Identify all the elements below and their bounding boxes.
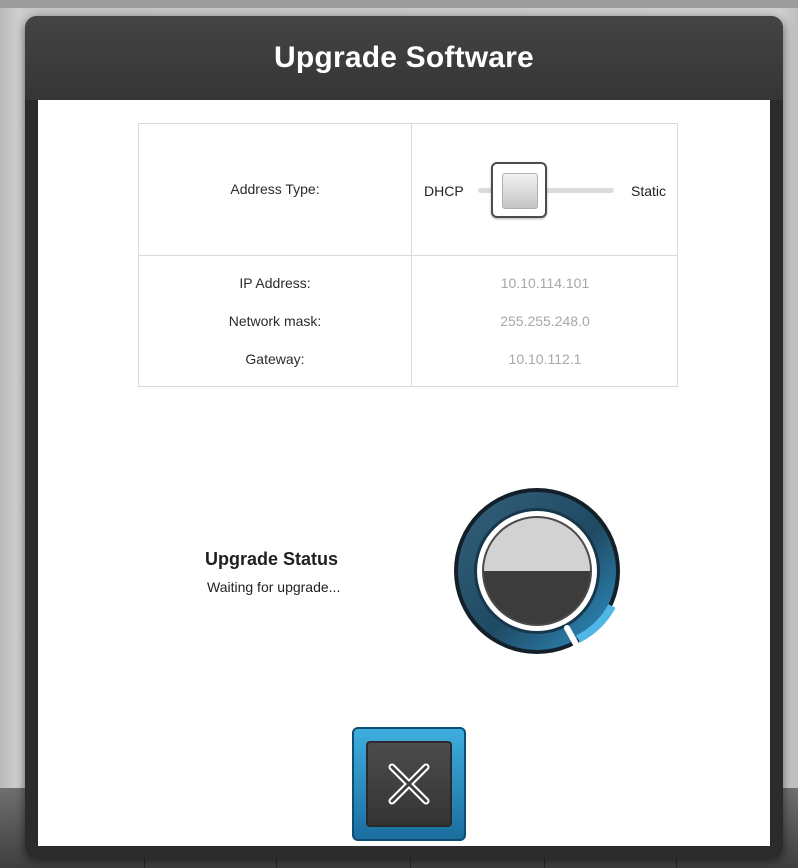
upgrade-progress-dial-icon	[454, 488, 620, 654]
toggle-knob-face	[502, 173, 538, 209]
table-divider-horizontal	[139, 255, 677, 256]
gateway-value: 10.10.112.1	[508, 351, 582, 367]
background-app-strip	[0, 0, 798, 8]
toggle-option-static[interactable]: Static	[631, 183, 666, 199]
dialog-header: Upgrade Software	[25, 16, 783, 100]
upgrade-status-message: Waiting for upgrade...	[207, 579, 341, 595]
close-x-icon	[388, 763, 430, 805]
network-settings-table: Address Type: DHCP Static IP Address: 10…	[138, 123, 678, 387]
close-button[interactable]	[352, 727, 466, 841]
close-button-face	[366, 741, 452, 827]
ip-address-value: 10.10.114.101	[500, 275, 590, 291]
dialog-body: Address Type: DHCP Static IP Address: 10…	[38, 100, 770, 846]
ip-address-label: IP Address:	[239, 275, 311, 291]
upgrade-status-title: Upgrade Status	[205, 549, 339, 569]
network-mask-label: Network mask:	[228, 313, 322, 329]
dialog-title: Upgrade Software	[274, 41, 534, 74]
address-type-label: Address Type:	[230, 181, 320, 197]
toggle-knob[interactable]	[491, 162, 547, 218]
gateway-label: Gateway:	[245, 351, 305, 367]
address-type-toggle[interactable]: DHCP Static	[412, 158, 678, 222]
upgrade-software-dialog: Upgrade Software Address Type: DHCP Stat…	[25, 16, 783, 858]
toggle-option-dhcp[interactable]: DHCP	[424, 183, 464, 199]
network-mask-value: 255.255.248.0	[500, 313, 590, 329]
